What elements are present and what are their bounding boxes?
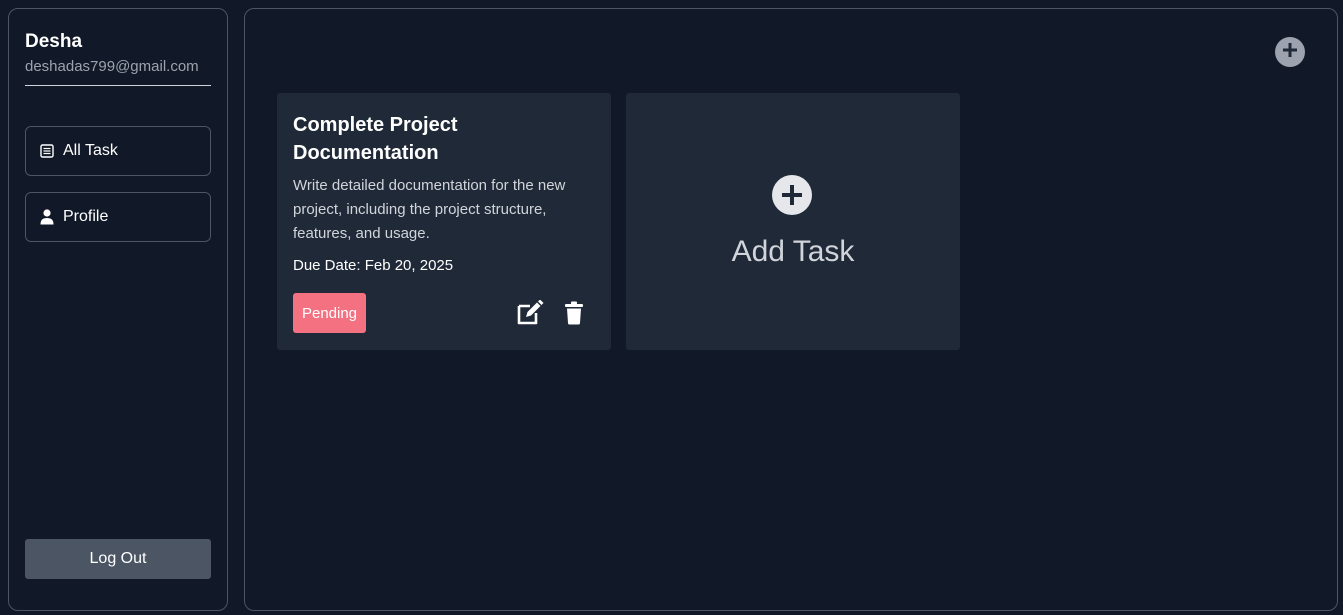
sidebar-item-all-task[interactable]: All Task [25,126,211,176]
plus-icon [1282,42,1298,63]
add-task-card[interactable]: Add Task [626,93,960,350]
sidebar-item-label: Profile [63,208,109,225]
task-description: Write detailed documentation for the new… [293,177,566,242]
edit-icon[interactable] [516,299,544,326]
trash-icon[interactable] [564,301,584,325]
plus-circle-icon [772,175,812,215]
list-icon [39,143,55,159]
main-panel: Complete Project Documentation Write det… [244,8,1338,611]
task-title: Complete Project Documentation [293,114,458,164]
logout-button[interactable]: Log Out [25,539,211,579]
add-task-label: Add Task [731,235,855,268]
add-task-button[interactable] [1275,37,1305,67]
user-name: Desha [25,31,83,52]
status-badge[interactable]: Pending [293,293,366,333]
user-divider [25,85,211,86]
sidebar: Desha deshadas799@gmail.com All Task Pro… [8,8,228,611]
sidebar-item-label: All Task [63,142,118,159]
user-email: deshadas799@gmail.com [25,58,199,75]
sidebar-item-profile[interactable]: Profile [25,192,211,242]
user-icon [39,209,55,225]
task-card: Complete Project Documentation Write det… [277,93,611,350]
task-due-date: Due Date: Feb 20, 2025 [293,257,454,274]
